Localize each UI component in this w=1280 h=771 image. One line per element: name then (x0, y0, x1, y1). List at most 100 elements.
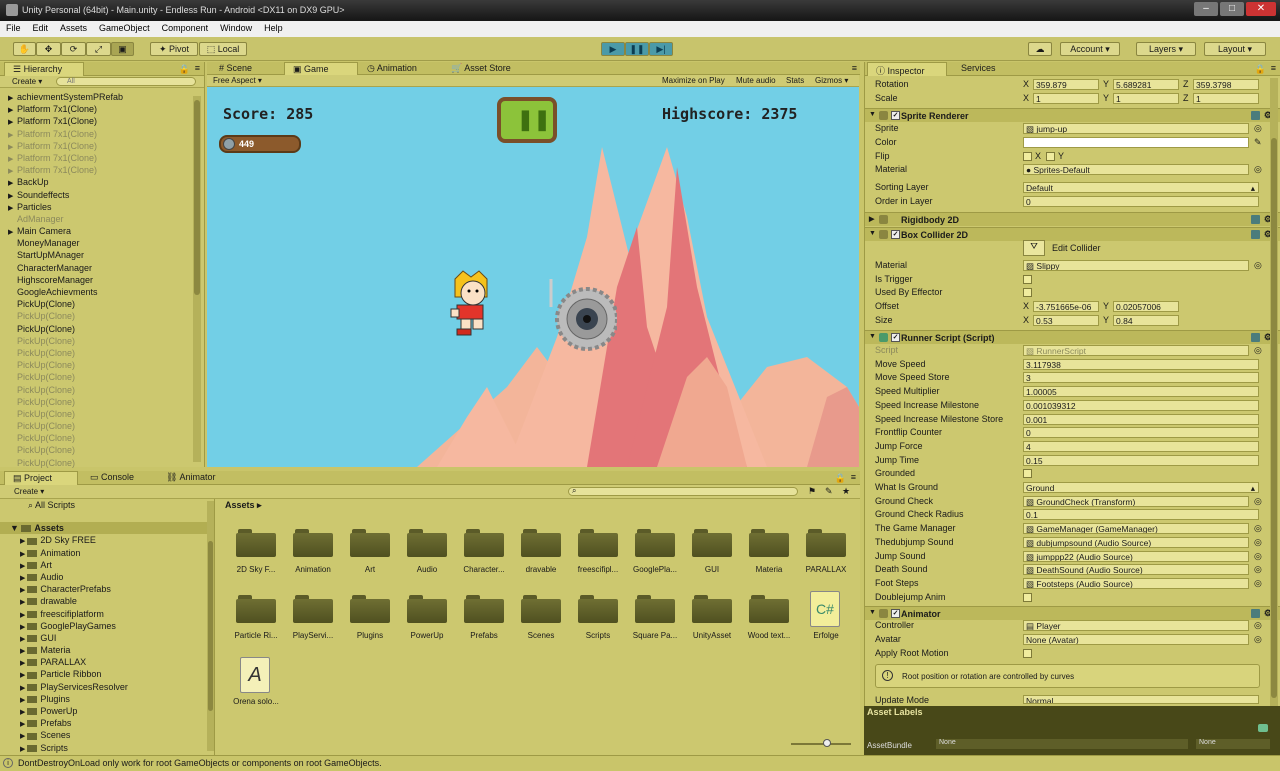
slider-handle[interactable] (823, 739, 831, 747)
runner-field-dropdown[interactable]: Ground ▴ (1023, 482, 1259, 493)
tree-folder-item[interactable]: ▶ CharacterPrefabs (0, 583, 214, 595)
scale-tool-icon[interactable]: ⤢ (86, 42, 111, 56)
asset-folder[interactable]: Prefabs (453, 595, 515, 655)
apply-root-motion-checkbox[interactable] (1023, 649, 1032, 658)
favorites-star-icon[interactable]: ★ (842, 486, 850, 497)
inspector-scrollbar[interactable] (1270, 78, 1278, 706)
runner-field-value[interactable]: 0.15 (1023, 454, 1259, 466)
expand-arrow-icon[interactable]: ▶ (20, 697, 27, 704)
tree-folder-item[interactable]: ▶ GooglePlayGames (0, 620, 214, 632)
expand-arrow-icon[interactable]: ▶ (20, 587, 27, 594)
hierarchy-item[interactable]: PickUp(Clone) (4, 444, 194, 456)
hierarchy-search-input[interactable]: All (56, 77, 196, 86)
minimize-button[interactable]: – (1194, 2, 1218, 16)
tab-game[interactable]: ▣ Game (284, 62, 358, 76)
expand-arrow-icon[interactable]: ▶ (20, 563, 27, 570)
maximize-button[interactable]: □ (1220, 2, 1244, 16)
tree-folder-item[interactable]: ▶ drawable (0, 595, 214, 607)
expand-arrow-icon[interactable]: ▶ (20, 636, 27, 643)
asset-folder[interactable]: Wood text... (738, 595, 800, 655)
tab-scene[interactable]: # Scene (211, 62, 283, 76)
expand-arrow-icon[interactable]: ▶ (20, 709, 27, 716)
menu-window[interactable]: Window (214, 21, 258, 35)
asset-folder[interactable]: PowerUp (396, 595, 458, 655)
runner-field-checkbox[interactable] (1023, 592, 1032, 602)
tab-asset-store[interactable]: 🛒 Asset Store (443, 62, 527, 76)
lock-icon[interactable]: 🔒 (179, 64, 190, 75)
expand-arrow-icon[interactable]: ▶ (20, 599, 27, 606)
collider-material-picker-icon[interactable]: ◎ (1254, 260, 1262, 271)
asset-folder[interactable]: freescifipl... (567, 529, 629, 589)
asset-folder[interactable]: GooglePla... (624, 529, 686, 589)
offset-y-field[interactable]: 0.02057006 (1113, 301, 1179, 312)
rotate-tool-icon[interactable]: ⟳ (61, 42, 86, 56)
hierarchy-item[interactable]: ▶ Platform 7x1(Clone) (4, 115, 194, 127)
hierarchy-item[interactable]: PickUp(Clone) (4, 408, 194, 420)
hierarchy-item[interactable]: PickUp(Clone) (4, 420, 194, 432)
tab-inspector[interactable]: ⓘ Inspector (867, 62, 947, 76)
asset-bundle-dropdown[interactable]: None (936, 739, 1188, 749)
menu-gameobject[interactable]: GameObject (93, 21, 156, 35)
runner-field-value[interactable]: ▧ Footsteps (Audio Source) (1023, 577, 1249, 589)
rotation-z-field[interactable]: 359.3798 (1193, 79, 1259, 90)
asset-folder[interactable]: Plugins (339, 595, 401, 655)
object-picker-icon[interactable]: ◎ (1254, 564, 1262, 575)
local-toggle[interactable]: ⬚ Local (199, 42, 247, 56)
tree-scrollbar[interactable] (207, 501, 214, 751)
color-swatch[interactable] (1023, 137, 1249, 148)
menu-file[interactable]: File (0, 21, 27, 35)
asset-folder[interactable]: Art (339, 529, 401, 589)
expand-arrow-icon[interactable]: ▶ (20, 648, 27, 655)
menu-assets[interactable]: Assets (54, 21, 93, 35)
scale-x-field[interactable]: 1 (1033, 93, 1099, 104)
menu-edit[interactable]: Edit (27, 21, 55, 35)
close-button[interactable]: ✕ (1246, 2, 1276, 16)
runner-field-value[interactable]: 3 (1023, 372, 1259, 384)
hierarchy-item[interactable]: HighscoreManager (4, 274, 194, 286)
hierarchy-item[interactable]: ▶ Particles (4, 201, 194, 213)
asset-file[interactable]: C# Erfolge (795, 591, 857, 655)
asset-folder[interactable]: PlayServi... (282, 595, 344, 655)
inspector-lock-icon[interactable]: 🔒 (1255, 64, 1266, 75)
collider-material-field[interactable]: ▨ Slippy (1023, 260, 1249, 271)
tab-animation[interactable]: ◷ Animation (359, 62, 441, 76)
size-y-field[interactable]: 0.84 (1113, 315, 1179, 326)
tree-folder-item[interactable]: ▶ GUI (0, 632, 214, 644)
expand-arrow-icon[interactable]: ▶ (20, 733, 27, 740)
runner-field-value[interactable]: ▧ jumppp22 (Audio Source) (1023, 550, 1249, 562)
asset-folder[interactable]: Square Pa... (624, 595, 686, 655)
update-mode-dropdown[interactable]: Normal (1023, 695, 1259, 704)
object-picker-icon[interactable]: ◎ (1254, 123, 1262, 134)
gizmos-dropdown[interactable]: Gizmos ▾ (815, 76, 848, 85)
play-button[interactable]: ▶ (601, 42, 625, 56)
box-collider-enabled-checkbox[interactable]: ✓ (891, 230, 900, 239)
collapse-arrow-icon[interactable]: ▼ (869, 111, 876, 118)
material-field[interactable]: ● Sprites-Default (1023, 164, 1249, 175)
tree-folder-item[interactable]: ▶ freescifiplatform (0, 608, 214, 620)
menu-help[interactable]: Help (258, 21, 289, 35)
panel-menu-icon[interactable]: ≡ (195, 63, 200, 73)
hierarchy-create-button[interactable]: Create ▾ (12, 77, 42, 86)
object-picker-icon[interactable]: ◎ (1254, 523, 1262, 534)
runner-field-value[interactable]: 0.001039312 (1023, 399, 1259, 411)
flip-x-checkbox[interactable] (1023, 152, 1032, 161)
favorites-all-scripts[interactable]: ⌕ All Scripts (0, 499, 214, 511)
expand-arrow-icon[interactable]: ▶ (20, 551, 27, 558)
is-trigger-checkbox[interactable] (1023, 275, 1032, 284)
tab-hierarchy[interactable]: ☰ Hierarchy (4, 62, 84, 76)
controller-field[interactable]: ▤ Player (1023, 620, 1249, 631)
project-create-button[interactable]: Create ▾ (14, 487, 44, 496)
size-x-field[interactable]: 0.53 (1033, 315, 1099, 326)
pause-button[interactable]: ❚❚ (625, 42, 649, 56)
layers-dropdown[interactable]: Layers ▾ (1136, 42, 1196, 56)
hierarchy-item[interactable]: ▶ Platform 7x1(Clone) (4, 164, 194, 176)
animator-header[interactable]: ▼ ✓ Animator ⚙ (865, 606, 1280, 620)
game-view[interactable]: Score: 285 Highscore: 2375 ❚❚ 449 (207, 87, 859, 467)
rigidbody-header[interactable]: ▶ Rigidbody 2D ⚙ (865, 212, 1280, 226)
hierarchy-item[interactable]: ▶ Platform 7x1(Clone) (4, 152, 194, 164)
hierarchy-scrollbar[interactable] (193, 96, 201, 462)
hierarchy-item[interactable]: CharacterManager (4, 262, 194, 274)
hand-tool-icon[interactable]: ✋ (13, 42, 36, 56)
layout-dropdown[interactable]: Layout ▾ (1204, 42, 1266, 56)
scale-z-field[interactable]: 1 (1193, 93, 1259, 104)
